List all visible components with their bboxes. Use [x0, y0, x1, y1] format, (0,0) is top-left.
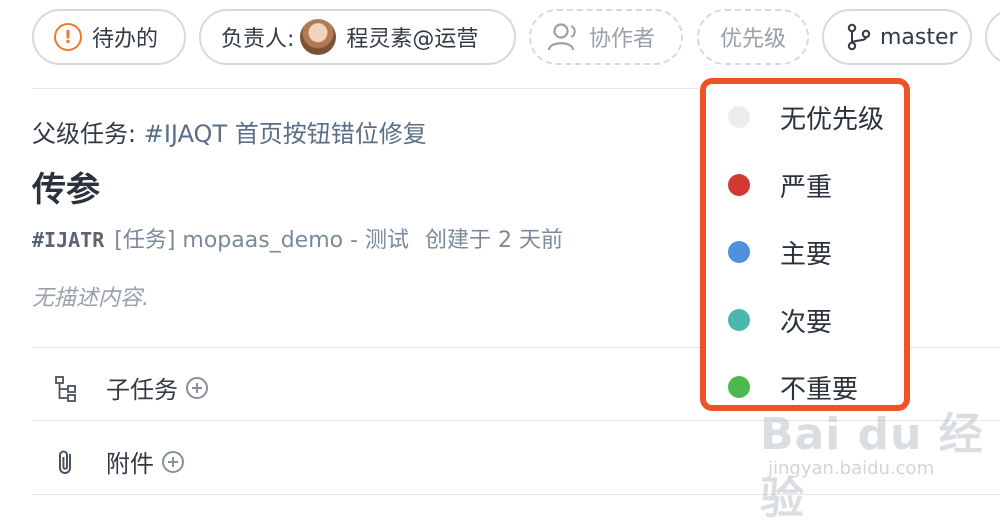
priority-option-label: 不重要 [780, 374, 859, 405]
parent-task-prefix: 父级任务: [32, 120, 144, 148]
priority-label: 优先级 [719, 27, 786, 52]
branch-label: master [880, 24, 958, 50]
priority-option-label: 无优先级 [780, 104, 885, 135]
watermark-url: jingyan.baidu.com [768, 458, 935, 479]
priority-chip[interactable]: 优先级 [697, 9, 809, 65]
priority-dropdown: 无优先级 严重 主要 次要 不重要 [700, 78, 910, 411]
divider [32, 420, 1000, 421]
status-label: 待办的 [92, 27, 159, 52]
paperclip-icon [59, 450, 71, 474]
priority-option-minor[interactable]: 次要 [706, 290, 904, 350]
assignee-name: 程灵素@运营 [346, 27, 479, 52]
add-subtask-icon[interactable] [186, 376, 208, 399]
collaborators-chip[interactable]: 协作者 [529, 9, 683, 65]
alert-circle-icon: ! [54, 23, 82, 51]
page-title[interactable]: 传参 [32, 162, 100, 211]
divider [32, 88, 698, 89]
priority-option-critical[interactable]: 严重 [706, 155, 904, 215]
priority-dot [728, 309, 750, 331]
priority-dot [728, 174, 750, 196]
priority-dot [728, 241, 750, 263]
created-time: 创建于 2 天前 [425, 228, 563, 253]
task-type-project[interactable]: [任务] mopaas_demo - 测试 [114, 228, 409, 253]
priority-option-label: 次要 [780, 307, 833, 338]
priority-option-none[interactable]: 无优先级 [706, 87, 904, 147]
attachments-section: 附件 [52, 444, 184, 479]
subtasks-label: 子任务 [106, 376, 178, 404]
parent-task-line: 父级任务: #IJAQT 首页按钮错位修复 [32, 114, 427, 149]
assignee-chip[interactable]: 负责人: 程灵素@运营 [199, 9, 516, 65]
user-add-icon [547, 23, 576, 51]
priority-option-label: 主要 [780, 239, 833, 270]
divider [32, 494, 1000, 495]
task-meta: #IJATR [任务] mopaas_demo - 测试 创建于 2 天前 [32, 222, 563, 254]
priority-option-major[interactable]: 主要 [706, 222, 904, 282]
parent-task-link[interactable]: #IJAQT 首页按钮错位修复 [144, 120, 427, 148]
priority-option-trivial[interactable]: 不重要 [706, 357, 904, 417]
subtask-tree-icon [55, 375, 76, 402]
git-branch-icon [847, 23, 871, 51]
assignee-label: 负责人: [221, 27, 295, 52]
attachments-label: 附件 [106, 450, 154, 478]
more-chip[interactable] [985, 9, 1000, 65]
watermark-brand: Bai du 经验 [760, 409, 984, 524]
status-chip[interactable]: ! 待办的 [32, 9, 186, 65]
priority-option-label: 严重 [780, 172, 833, 203]
priority-dot [728, 106, 750, 128]
subtasks-section: 子任务 [52, 370, 208, 405]
branch-chip[interactable]: master [822, 9, 972, 65]
priority-dot [728, 376, 750, 398]
task-code: #IJATR [32, 228, 105, 252]
avatar [300, 19, 337, 55]
task-description[interactable]: 无描述内容. [32, 280, 149, 312]
collaborators-label: 协作者 [589, 27, 656, 52]
add-attachment-icon[interactable] [162, 450, 184, 473]
